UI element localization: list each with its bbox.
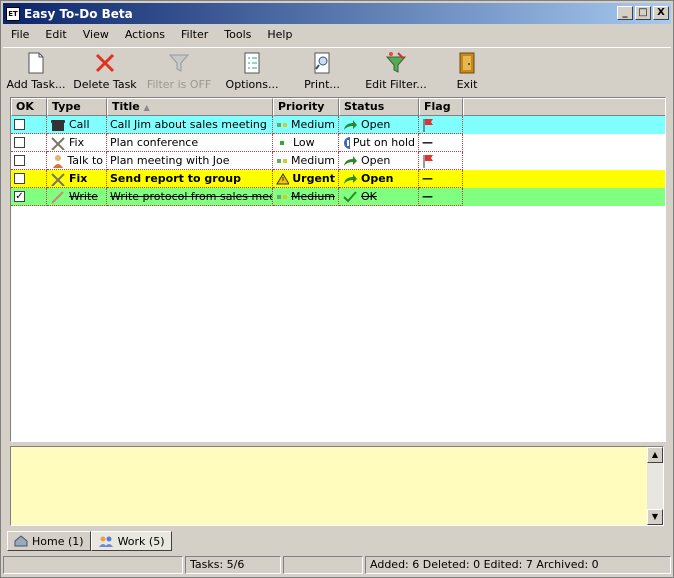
- sort-ascending-icon: ▲: [143, 103, 150, 112]
- col-title-header[interactable]: Title ▲: [107, 98, 273, 116]
- done-checkbox[interactable]: [14, 137, 25, 148]
- options-button[interactable]: Options...: [217, 48, 287, 95]
- warning-icon: [276, 172, 290, 184]
- no-flag: —: [422, 190, 433, 203]
- menu-edit[interactable]: Edit: [37, 26, 74, 45]
- add-task-button[interactable]: Add Task...: [3, 48, 69, 95]
- open-arrow-icon: [344, 119, 357, 130]
- app-icon: ET: [6, 6, 20, 21]
- status-tasks: Tasks: 5/6: [185, 556, 281, 574]
- tools-icon: [51, 172, 65, 186]
- pencil-icon: [51, 190, 64, 204]
- col-status-header[interactable]: Status: [339, 98, 419, 116]
- menu-file[interactable]: File: [3, 26, 37, 45]
- checklist-icon: [244, 52, 260, 74]
- filter-off-button[interactable]: Filter is OFF: [141, 48, 217, 95]
- notes-scrollbar[interactable]: ▲ ▼: [647, 447, 663, 525]
- scroll-down-button[interactable]: ▼: [647, 509, 663, 525]
- person-icon: [53, 154, 63, 168]
- menu-filter[interactable]: Filter: [173, 26, 216, 45]
- menu-tools[interactable]: Tools: [216, 26, 259, 45]
- priority-low-icon: [280, 140, 284, 145]
- menu-bar: File Edit View Actions Filter Tools Help: [3, 26, 300, 45]
- open-arrow-icon: [344, 155, 357, 166]
- scroll-up-button[interactable]: ▲: [647, 447, 663, 463]
- priority-medium-icon: [277, 194, 287, 199]
- status-summary: Added: 6 Deleted: 0 Edited: 7 Archived: …: [365, 556, 671, 574]
- pause-icon: [344, 136, 350, 149]
- app-window: ET Easy To-Do Beta _ □ X File Edit View …: [0, 0, 674, 578]
- menu-actions[interactable]: Actions: [117, 26, 173, 45]
- col-ok-header[interactable]: OK: [11, 98, 47, 116]
- col-priority-header[interactable]: Priority: [273, 98, 339, 116]
- priority-medium-icon: [277, 158, 287, 163]
- delete-task-button[interactable]: Delete Task: [69, 48, 141, 95]
- tab-work[interactable]: Work (5): [90, 531, 172, 551]
- people-group-icon: [98, 536, 113, 547]
- window-title: Easy To-Do Beta: [24, 6, 133, 21]
- close-button[interactable]: X: [653, 6, 669, 20]
- no-flag: —: [422, 136, 433, 149]
- toolbar: Add Task... Delete Task Filter is OFF Op…: [3, 47, 671, 95]
- table-row[interactable]: ✓ Write Write protocol from sales meetin…: [11, 188, 665, 206]
- no-flag: —: [422, 172, 433, 185]
- task-grid[interactable]: OK Type Title ▲ Priority Status Flag Cal…: [10, 97, 666, 442]
- status-empty-mid: [283, 556, 363, 574]
- category-tabs: Home (1) Work (5): [7, 531, 172, 551]
- funnel-edit-icon: [385, 52, 407, 73]
- delete-x-icon: [95, 53, 115, 73]
- tab-home[interactable]: Home (1): [7, 531, 91, 551]
- menu-view[interactable]: View: [75, 26, 117, 45]
- phone-icon: [51, 119, 65, 131]
- print-button[interactable]: Print...: [287, 48, 357, 95]
- exit-button[interactable]: Exit: [435, 48, 499, 95]
- table-row[interactable]: Fix Send report to group Urgent Open —: [11, 170, 665, 188]
- done-checkbox-checked[interactable]: ✓: [14, 191, 25, 202]
- header-filler: [463, 98, 665, 116]
- menu-help[interactable]: Help: [259, 26, 300, 45]
- new-document-icon: [28, 52, 44, 74]
- col-type-header[interactable]: Type: [47, 98, 107, 116]
- red-flag-icon: [423, 154, 433, 168]
- title-bar[interactable]: ET Easy To-Do Beta _ □ X: [3, 3, 671, 24]
- exit-door-icon: [459, 52, 475, 74]
- red-flag-icon: [423, 118, 433, 132]
- col-flag-header[interactable]: Flag: [419, 98, 463, 116]
- grid-header: OK Type Title ▲ Priority Status Flag: [11, 98, 665, 116]
- notes-area[interactable]: ▲ ▼: [10, 446, 664, 526]
- table-row[interactable]: Call Call Jim about sales meeting Medium…: [11, 116, 665, 134]
- scroll-track[interactable]: [647, 463, 663, 509]
- done-checkbox[interactable]: [14, 155, 25, 166]
- priority-medium-icon: [277, 122, 287, 127]
- done-checkbox[interactable]: [14, 119, 25, 130]
- funnel-icon: [168, 54, 190, 72]
- done-checkbox[interactable]: [14, 173, 25, 184]
- maximize-button[interactable]: □: [635, 6, 651, 20]
- open-arrow-icon: [344, 173, 357, 184]
- status-empty-left: [3, 556, 183, 574]
- home-folder-icon: [14, 535, 28, 547]
- checkmark-icon: [343, 190, 357, 202]
- table-row[interactable]: Fix Plan conference Low Put on hold —: [11, 134, 665, 152]
- print-preview-icon: [314, 52, 330, 74]
- table-row[interactable]: Talk to Plan meeting with Joe Medium Ope…: [11, 152, 665, 170]
- minimize-button[interactable]: _: [617, 6, 633, 20]
- edit-filter-button[interactable]: Edit Filter...: [357, 48, 435, 95]
- tools-icon: [51, 136, 65, 150]
- status-bar: Tasks: 5/6 Added: 6 Deleted: 0 Edited: 7…: [3, 556, 671, 574]
